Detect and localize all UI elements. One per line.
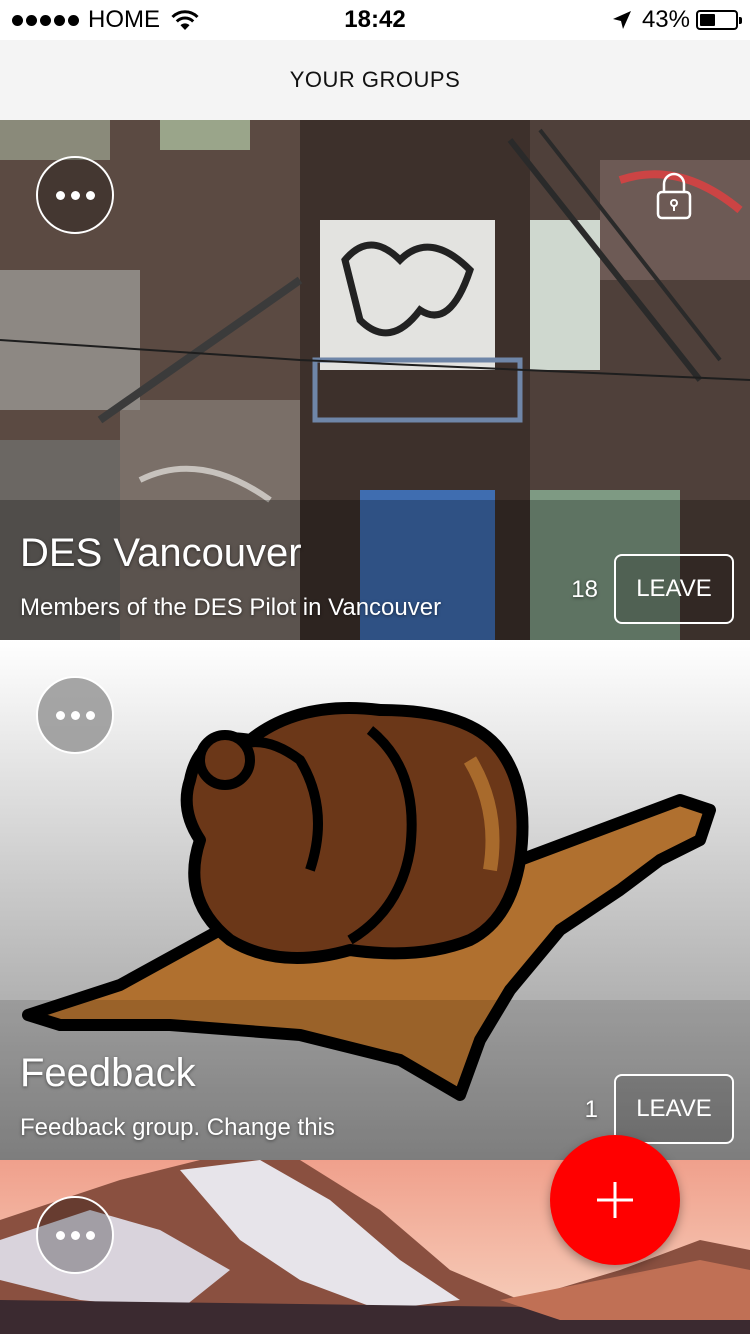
add-group-button[interactable] (550, 1135, 680, 1265)
group-card-des-vancouver[interactable]: DES Vancouver Members of the DES Pilot i… (0, 120, 750, 640)
status-bar: HOME 18:42 43% (0, 0, 750, 40)
group-card-feedback[interactable]: Feedback Feedback group. Change this 1 L… (0, 640, 750, 1160)
member-count: 18 (571, 576, 598, 603)
dot (70, 1230, 80, 1240)
more-options-button[interactable] (36, 1196, 114, 1274)
dot (55, 1230, 65, 1240)
dot (85, 1230, 95, 1240)
group-description: Members of the DES Pilot in Vancouver (20, 594, 442, 621)
battery-icon (696, 10, 742, 30)
more-options-button[interactable] (36, 676, 114, 754)
group-name: Feedback (20, 1051, 196, 1095)
battery-fill (700, 14, 715, 26)
battery-percent: 43% (641, 6, 690, 33)
leave-button[interactable]: LEAVE (614, 554, 734, 624)
dot (55, 710, 65, 720)
group-name: DES Vancouver (20, 531, 302, 575)
status-right: 43% (612, 6, 742, 34)
location-arrow-icon (612, 11, 631, 29)
more-options-button[interactable] (36, 156, 114, 234)
dot (85, 190, 95, 200)
dot (55, 190, 65, 200)
group-description: Feedback group. Change this (20, 1114, 335, 1141)
battery-cap (739, 17, 742, 24)
member-count: 1 (584, 1096, 598, 1123)
leave-button[interactable]: LEAVE (614, 1074, 734, 1144)
header: YOUR GROUPS (0, 40, 750, 120)
plus-icon (597, 1182, 633, 1218)
dot (70, 710, 80, 720)
dot (70, 190, 80, 200)
dot (85, 710, 95, 720)
lock-icon (656, 172, 692, 220)
page-title: YOUR GROUPS (289, 67, 461, 92)
